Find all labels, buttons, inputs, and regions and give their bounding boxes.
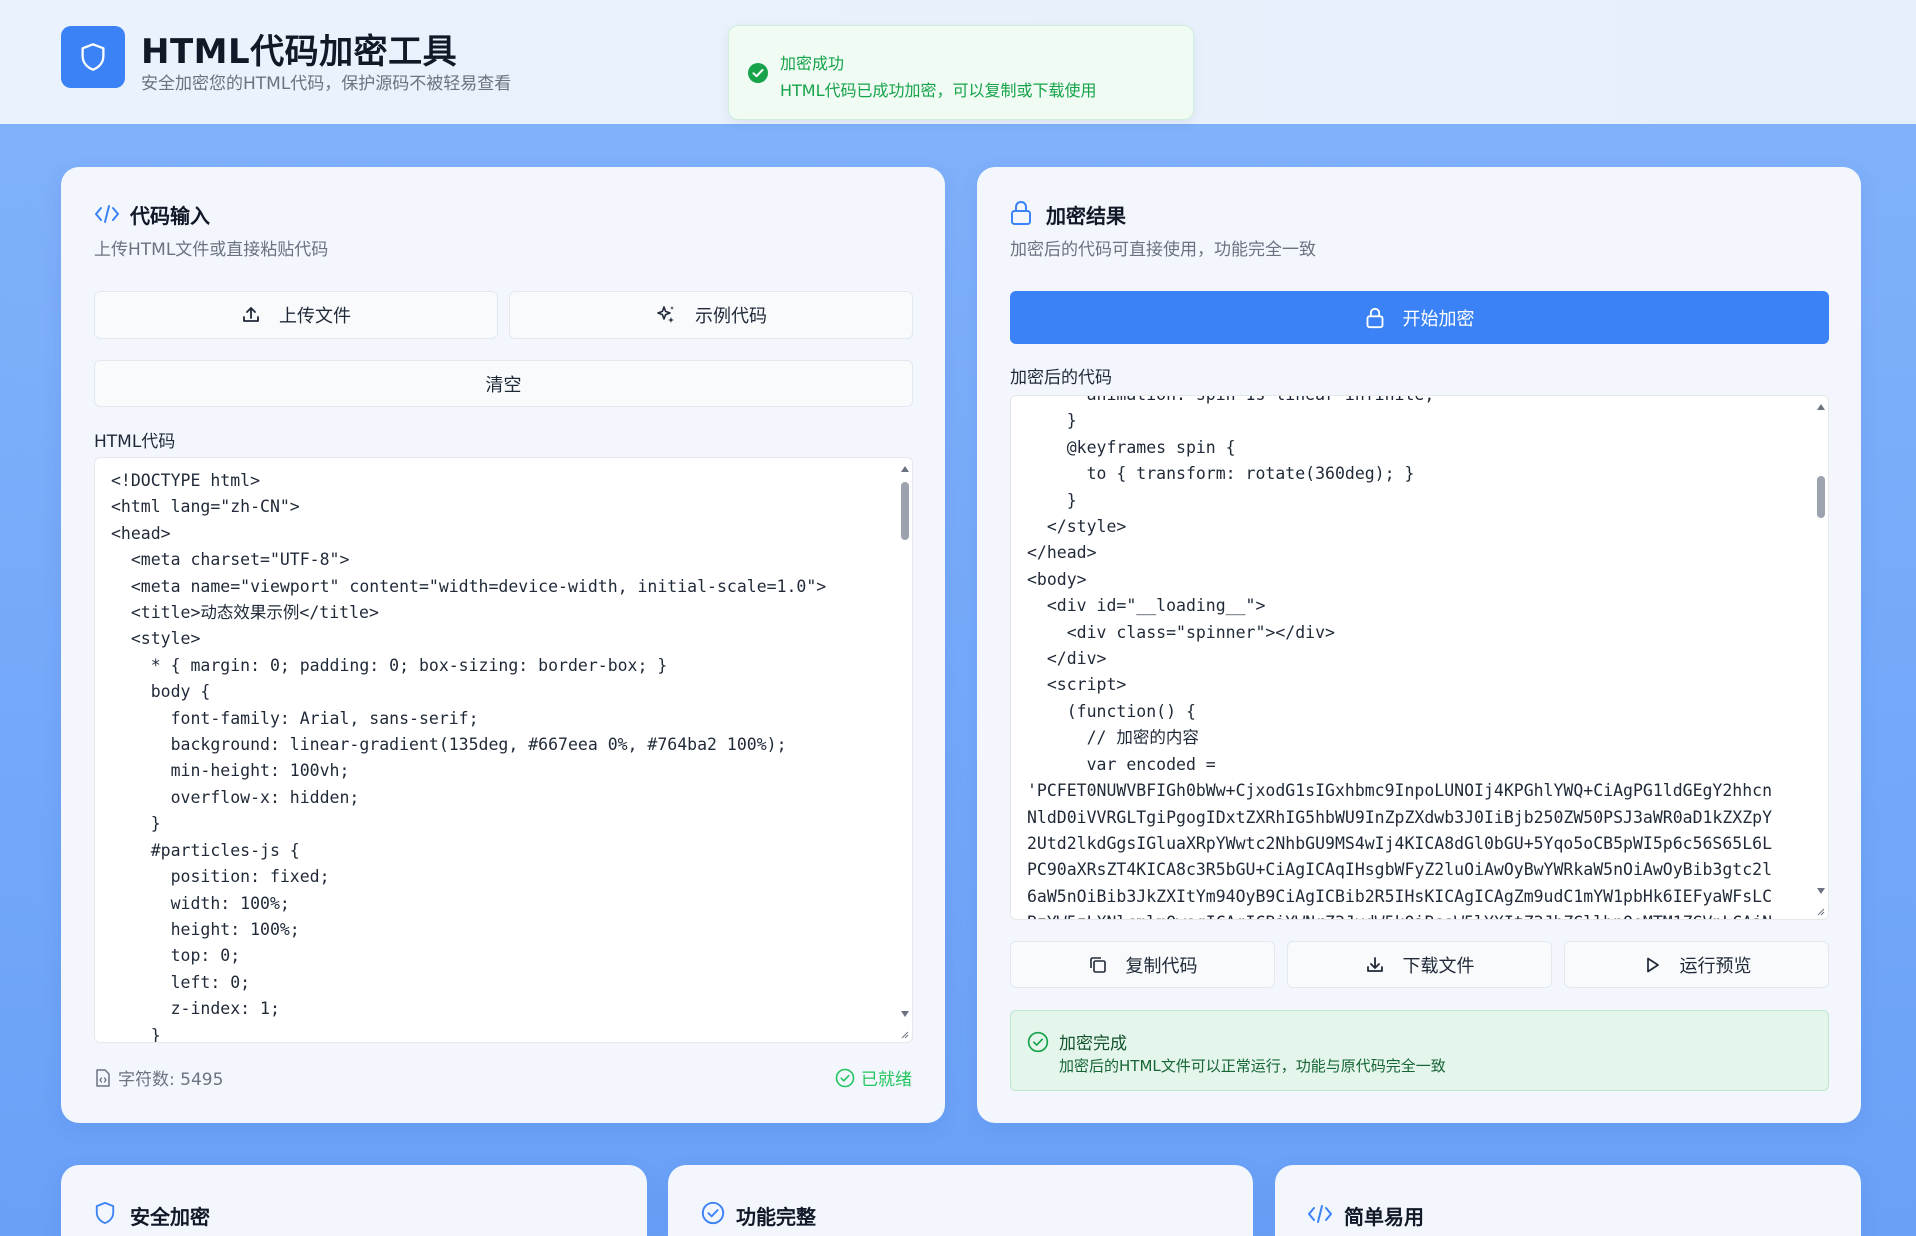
encrypted-code-content: animation: spin 1s linear infinite; } @k…: [1027, 396, 1773, 919]
output-scroll-up-arrow[interactable]: [1817, 404, 1825, 410]
result-card-title: 加密结果: [1046, 204, 1126, 228]
feature-title-security: 安全加密: [130, 1205, 210, 1229]
toast-message: HTML代码已成功加密，可以复制或下载使用: [780, 81, 1097, 100]
feature-title-easy: 简单易用: [1344, 1205, 1424, 1229]
html-code-label: HTML代码: [94, 432, 176, 452]
input-scroll-thumb[interactable]: [901, 482, 909, 540]
scroll-down-arrow[interactable]: [901, 1011, 909, 1017]
encrypt-done-message: 加密后的HTML文件可以正常运行，功能与原代码完全一致: [1059, 1057, 1446, 1075]
download-file-label: 下载文件: [1402, 955, 1475, 977]
input-scrollbar[interactable]: [898, 458, 912, 1042]
encrypt-result-card: 加密结果 加密后的代码可直接使用，功能完全一致 开始加密 加密后的代码 anim…: [977, 167, 1861, 1123]
success-toast: 加密成功 HTML代码已成功加密，可以复制或下载使用: [728, 25, 1194, 120]
play-icon: [1646, 957, 1659, 972]
app-logo: [61, 26, 125, 88]
code-icon: [95, 205, 119, 223]
check-circle-outline-icon: [835, 1068, 855, 1087]
app-title: HTML代码加密工具: [141, 32, 458, 72]
run-preview-button[interactable]: 运行预览: [1564, 941, 1829, 988]
scroll-up-arrow[interactable]: [901, 466, 909, 472]
code-input-card: 代码输入 上传HTML文件或直接粘贴代码 上传文件 示例代码 清空 HTML代码…: [61, 167, 945, 1123]
clear-button[interactable]: 清空: [94, 360, 913, 407]
ready-status-text: 已就绪: [861, 1070, 912, 1090]
encrypted-code-label: 加密后的代码: [1010, 368, 1112, 388]
encrypt-done-alert: 加密完成 加密后的HTML文件可以正常运行，功能与原代码完全一致: [1010, 1010, 1829, 1091]
check-circle-icon: [748, 63, 768, 83]
feature-card-security: 安全加密: [61, 1165, 647, 1236]
sparkles-icon: [657, 306, 674, 323]
example-code-button[interactable]: 示例代码: [509, 291, 913, 339]
upload-icon: [243, 307, 259, 322]
feature-card-easy: 简单易用: [1275, 1165, 1861, 1236]
output-scroll-thumb[interactable]: [1817, 476, 1825, 518]
check-circle-outline-icon: [701, 1201, 725, 1225]
char-count-text: 字符数: 5495: [118, 1070, 224, 1090]
output-scrollbar[interactable]: [1814, 396, 1828, 919]
check-circle-outline-icon: [1027, 1031, 1049, 1053]
feature-title-complete: 功能完整: [736, 1205, 816, 1229]
input-card-subtitle: 上传HTML文件或直接粘贴代码: [94, 240, 329, 260]
download-icon: [1366, 956, 1383, 972]
lock-white-icon: [1366, 307, 1383, 328]
upload-file-label: 上传文件: [279, 306, 351, 327]
copy-icon: [1089, 956, 1106, 973]
ready-status: 已就绪: [835, 1065, 912, 1090]
upload-file-button[interactable]: 上传文件: [94, 291, 498, 339]
toast-title: 加密成功: [780, 54, 845, 73]
encrypt-done-title: 加密完成: [1059, 1034, 1127, 1054]
result-card-subtitle: 加密后的代码可直接使用，功能完全一致: [1010, 240, 1316, 260]
output-resize-handle-icon[interactable]: [1815, 906, 1825, 916]
start-encrypt-label: 开始加密: [1402, 308, 1475, 330]
html-code-content: <!DOCTYPE html> <html lang="zh-CN"> <hea…: [111, 471, 827, 1043]
file-code-icon: [96, 1068, 110, 1087]
feature-card-complete: 功能完整: [668, 1165, 1253, 1236]
app-subtitle: 安全加密您的HTML代码，保护源码不被轻易查看: [141, 74, 512, 94]
char-count: 字符数: 5495: [94, 1065, 223, 1090]
shield-icon: [95, 1201, 115, 1224]
copy-code-label: 复制代码: [1125, 955, 1198, 977]
run-preview-label: 运行预览: [1679, 955, 1752, 977]
output-scroll-down-arrow[interactable]: [1817, 888, 1825, 894]
copy-code-button[interactable]: 复制代码: [1010, 941, 1275, 988]
html-code-textarea[interactable]: <!DOCTYPE html> <html lang="zh-CN"> <hea…: [94, 457, 913, 1043]
start-encrypt-button[interactable]: 开始加密: [1010, 291, 1829, 344]
download-file-button[interactable]: 下载文件: [1287, 941, 1552, 988]
encrypted-code-textarea[interactable]: animation: spin 1s linear infinite; } @k…: [1010, 395, 1829, 920]
lock-icon: [1011, 200, 1031, 225]
clear-label: 清空: [485, 374, 522, 396]
code-icon: [1308, 1205, 1332, 1223]
input-card-title: 代码输入: [130, 204, 210, 228]
resize-handle-icon[interactable]: [899, 1029, 909, 1039]
example-code-label: 示例代码: [695, 306, 767, 327]
shield-icon: [81, 43, 105, 71]
